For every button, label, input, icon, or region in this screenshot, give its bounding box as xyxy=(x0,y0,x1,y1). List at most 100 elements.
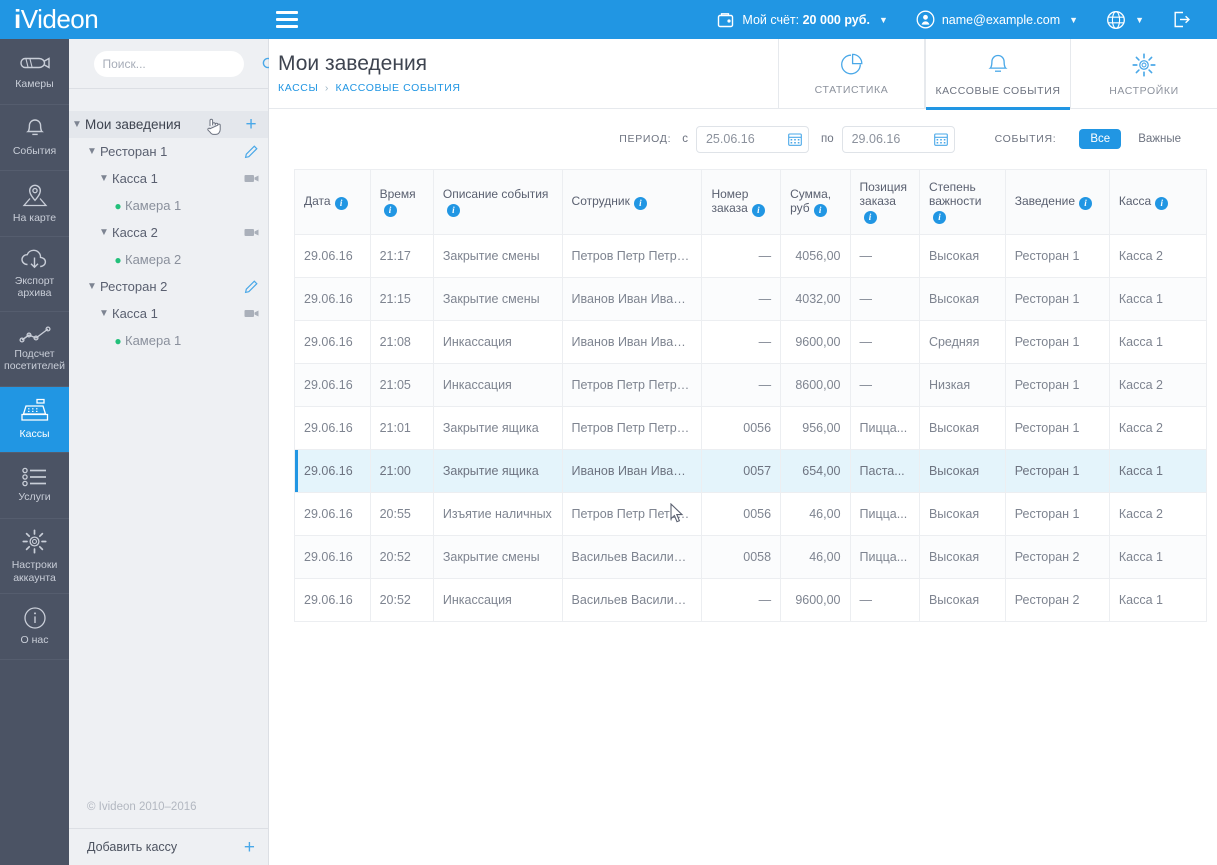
videocam-icon[interactable] xyxy=(242,308,260,319)
table-row[interactable]: 29.06.16 21:05 Инкассация Петров Петр Петро… xyxy=(294,363,1208,407)
chevron-down-icon[interactable]: ▼ xyxy=(96,173,112,184)
sidebar-item-archive-export[interactable]: Экспорт архива xyxy=(0,237,69,312)
cell-order: — xyxy=(701,320,782,364)
language-menu[interactable]: ▼ xyxy=(1092,0,1158,39)
edit-pencil-icon[interactable] xyxy=(242,279,260,294)
mouse-cursor-hand xyxy=(206,117,222,140)
col-order-number[interactable]: Номер заказа i xyxy=(701,169,782,235)
cell-severity: Высокая xyxy=(918,535,1006,579)
tree-node-camera-1-r2k1[interactable]: ● Камера 1 xyxy=(69,327,268,354)
info-icon[interactable]: i xyxy=(446,204,460,217)
sidebar-item-visitor-counting[interactable]: Подсчет посетителей xyxy=(0,312,69,387)
page-header-left: Мои заведения КАССЫ › КАССОВЫЕ СОБЫТИЯ xyxy=(269,39,778,108)
date-from-field[interactable] xyxy=(695,125,809,153)
col-employee[interactable]: Сотрудник i xyxy=(561,169,703,235)
tab-register-events[interactable]: КАССОВЫЕ СОБЫТИЯ xyxy=(925,39,1071,110)
tree-node-restaurant-2[interactable]: ▼ Ресторан 2 xyxy=(69,273,268,300)
tree-node-register-1-r2[interactable]: ▼ Касса 1 xyxy=(69,300,268,327)
calendar-icon[interactable] xyxy=(788,132,802,146)
gear-icon xyxy=(1131,52,1157,78)
calendar-icon[interactable] xyxy=(933,132,948,146)
tab-settings[interactable]: НАСТРОЙКИ xyxy=(1071,39,1217,109)
menu-icon[interactable] xyxy=(265,0,309,39)
chevron-down-icon[interactable]: ▼ xyxy=(84,146,100,157)
col-time[interactable]: Времяi xyxy=(369,169,434,235)
chevron-down-icon[interactable]: ▼ xyxy=(69,119,85,130)
info-icon[interactable]: i xyxy=(1079,197,1092,210)
chevron-down-icon[interactable]: ▼ xyxy=(96,227,112,238)
tree-node-register-2-r1[interactable]: ▼ Касса 2 xyxy=(69,219,268,246)
chevron-down-icon[interactable]: ▼ xyxy=(96,308,112,319)
table-row[interactable]: 29.06.16 21:15 Закрытие смены Иванов Иван И… xyxy=(294,277,1208,321)
sidebar-item-cash-registers[interactable]: Кассы xyxy=(0,387,69,453)
col-event-description[interactable]: Описание событияi xyxy=(432,169,563,235)
col-venue[interactable]: Заведение i xyxy=(1004,169,1110,235)
table-row[interactable]: 29.06.16 21:00 Закрытие ящика Иванов Иван И… xyxy=(294,449,1208,493)
col-date[interactable]: Дата i xyxy=(294,169,371,235)
date-from-input[interactable] xyxy=(705,132,788,146)
sidebar-item-cameras[interactable]: Камеры xyxy=(0,39,69,105)
cell-order: 0056 xyxy=(701,406,782,450)
add-icon[interactable]: + xyxy=(244,838,255,857)
breadcrumb-item-registers[interactable]: КАССЫ xyxy=(278,82,318,94)
info-icon[interactable]: i xyxy=(334,197,348,210)
filter-option-important[interactable]: Важные xyxy=(1127,129,1192,149)
add-venue-icon[interactable]: + xyxy=(242,115,260,134)
cell-date: 29.06.16 xyxy=(294,234,371,278)
search-input[interactable] xyxy=(102,56,258,71)
edit-pencil-icon[interactable] xyxy=(242,144,260,159)
info-icon[interactable]: i xyxy=(633,197,647,210)
info-icon[interactable]: i xyxy=(383,204,397,217)
table-row[interactable]: 29.06.16 21:08 Инкассация Иванов Иван Ивано… xyxy=(294,320,1208,364)
cell-event: Закрытие смены xyxy=(432,234,563,278)
search-box[interactable] xyxy=(93,50,275,77)
table-row[interactable]: 29.06.16 20:55 Изъятие наличных Петров Петр… xyxy=(294,492,1208,536)
table-row[interactable]: 29.06.16 20:52 Закрытие смены Васильев Васи… xyxy=(294,535,1208,579)
info-icon[interactable]: i xyxy=(751,204,765,217)
videocam-icon[interactable] xyxy=(242,173,260,184)
info-icon[interactable]: i xyxy=(813,204,827,217)
add-cash-register-button[interactable]: Добавить кассу + xyxy=(69,828,269,865)
tree-node-restaurant-1[interactable]: ▼ Ресторан 1 xyxy=(69,138,268,165)
tree-node-camera-1-r1k1[interactable]: ● Камера 1 xyxy=(69,192,268,219)
user-email: name@example.com xyxy=(941,12,1061,27)
info-icon[interactable]: i xyxy=(1155,197,1169,210)
tree-node-my-venues[interactable]: ▼ Мои заведения + xyxy=(69,111,268,138)
copyright-text: © Ivideon 2010–2016 xyxy=(87,801,197,813)
cell-register: Касса 1 xyxy=(1108,277,1208,321)
search-area xyxy=(69,39,275,88)
brand-logo[interactable]: i Videon xyxy=(0,0,265,39)
cell-sum: 9600,00 xyxy=(780,320,851,364)
account-balance-amount: 20 000 руб. xyxy=(802,12,870,27)
sidebar-item-about[interactable]: О нас xyxy=(0,594,69,660)
date-to-input[interactable] xyxy=(851,132,934,146)
cell-sum: 654,00 xyxy=(780,449,851,493)
col-register[interactable]: Касса i xyxy=(1108,169,1208,235)
sidebar-item-services[interactable]: Услуги xyxy=(0,453,69,519)
videocam-icon[interactable] xyxy=(242,227,260,238)
account-balance-menu[interactable]: Мой счёт: 20 000 руб. ▼ xyxy=(703,0,901,39)
sidebar-item-events[interactable]: События xyxy=(0,105,69,171)
breadcrumb-item-register-events[interactable]: КАССОВЫЕ СОБЫТИЯ xyxy=(336,82,461,94)
date-to-field[interactable] xyxy=(841,125,955,153)
tree-node-camera-2-r1k2[interactable]: ● Камера 2 xyxy=(69,246,268,273)
table-row[interactable]: 29.06.16 21:17 Закрытие смены Петров Петр П… xyxy=(294,234,1208,278)
sidebar-item-account-settings[interactable]: Настроки аккаунта xyxy=(0,519,69,594)
col-order-position[interactable]: Позиция заказаi xyxy=(849,169,920,235)
topbar-actions: Мой счёт: 20 000 руб. ▼ name@example.com… xyxy=(703,0,1217,39)
tab-statistics[interactable]: СТАТИСТИКА xyxy=(779,39,925,109)
tree-node-register-1-r1[interactable]: ▼ Касса 1 xyxy=(69,165,268,192)
info-icon[interactable]: i xyxy=(932,211,946,224)
pie-chart-icon xyxy=(839,52,864,77)
filter-option-all[interactable]: Все xyxy=(1079,129,1122,149)
col-severity[interactable]: Степень важностиi xyxy=(918,169,1006,235)
chevron-down-icon[interactable]: ▼ xyxy=(84,281,100,292)
info-icon[interactable]: i xyxy=(863,211,877,224)
table-row[interactable]: 29.06.16 21:01 Закрытие ящика Петров Петр П… xyxy=(294,406,1208,450)
sidebar-item-map[interactable]: На карте xyxy=(0,171,69,237)
logout-button[interactable] xyxy=(1158,0,1205,39)
col-sum[interactable]: Сумма, руб i xyxy=(780,169,851,235)
table-row[interactable]: 29.06.16 20:52 Инкассация Васильев Василий … xyxy=(294,578,1208,622)
cell-employee: Петров Петр Петрович xyxy=(561,363,703,407)
user-menu[interactable]: name@example.com ▼ xyxy=(902,0,1092,39)
